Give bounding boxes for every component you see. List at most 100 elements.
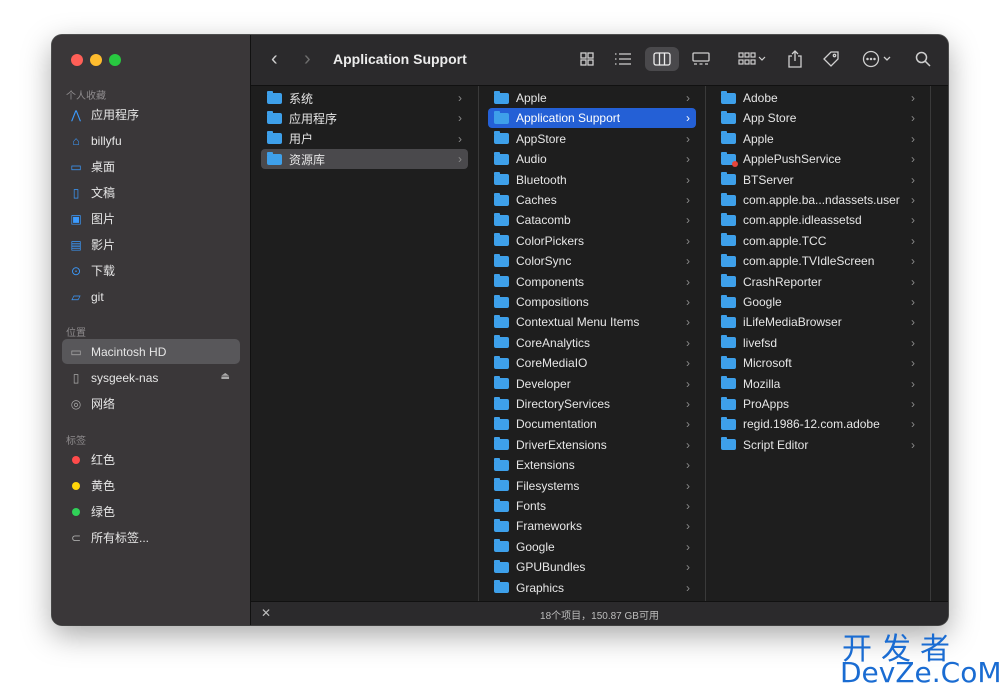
sidebar-item-network[interactable]: ◎ 网络 (62, 391, 240, 416)
minimize-window-button[interactable] (90, 54, 102, 66)
list-item[interactable]: com.apple.ba...ndassets.user › (715, 190, 921, 210)
list-item[interactable]: ColorSync › (488, 251, 696, 271)
list-item[interactable]: Application Support › (488, 108, 696, 129)
back-button[interactable]: ‹ (271, 48, 278, 71)
list-item[interactable]: Apple › (715, 129, 921, 149)
more-actions-button[interactable] (859, 47, 895, 71)
list-item-label: Adobe (743, 91, 778, 105)
list-item[interactable]: Google › (488, 537, 696, 557)
sidebar-section-locations: 位置 (66, 328, 86, 339)
list-item[interactable]: Documentation › (488, 414, 696, 434)
picture-icon: ▣ (70, 211, 82, 226)
list-item-label: CrashReporter (743, 274, 822, 289)
gallery-view-button[interactable] (687, 47, 715, 71)
sidebar-item-desktop[interactable]: ▭ 桌面 (62, 154, 240, 179)
list-item[interactable]: GPUBundles › (488, 557, 696, 577)
list-item[interactable]: Compositions › (488, 292, 696, 312)
folder-icon (494, 580, 509, 594)
list-item[interactable]: Developer › (488, 374, 696, 394)
tag-button[interactable] (819, 47, 843, 71)
sidebar-tag-yellow[interactable]: 黄色 (62, 473, 240, 498)
list-item[interactable]: App Store › (715, 108, 921, 128)
share-button[interactable] (783, 47, 807, 71)
eject-icon[interactable]: ⏏ (221, 371, 230, 382)
sidebar-item-movies[interactable]: ▤ 影片 (62, 232, 240, 257)
list-item[interactable]: Apple › (488, 88, 696, 108)
list-view-button[interactable] (609, 47, 637, 71)
list-item[interactable]: regid.1986-12.com.adobe › (715, 414, 921, 434)
chevron-right-icon: › (686, 233, 690, 248)
grid-icon (580, 52, 594, 66)
list-item[interactable]: CrashReporter › (715, 272, 921, 292)
list-item[interactable]: CoreMediaIO › (488, 353, 696, 373)
list-item[interactable]: ProApps › (715, 394, 921, 414)
list-item[interactable]: Bluetooth › (488, 170, 696, 190)
list-item[interactable]: BTServer › (715, 170, 921, 190)
list-item[interactable]: Extensions › (488, 455, 696, 475)
list-item[interactable]: com.apple.idleassetsd › (715, 210, 921, 230)
list-item[interactable]: livefsd › (715, 333, 921, 353)
group-by-button[interactable] (733, 47, 771, 71)
sidebar-item-pictures[interactable]: ▣ 图片 (62, 206, 240, 231)
zoom-window-button[interactable] (109, 54, 121, 66)
list-item[interactable]: Components › (488, 272, 696, 292)
sidebar-tag-green[interactable]: 绿色 (62, 499, 240, 524)
chevron-right-icon: › (686, 458, 690, 473)
list-item[interactable]: Caches › (488, 190, 696, 210)
sidebar-item-applications[interactable]: ⋀ 应用程序 (62, 102, 240, 127)
folder-icon (494, 212, 509, 226)
list-item[interactable]: Contextual Menu Items › (488, 312, 696, 332)
close-window-button[interactable] (71, 54, 83, 66)
sidebar-tag-all[interactable]: ⊂ 所有标签... (62, 525, 240, 550)
list-item[interactable]: CoreAnalytics › (488, 333, 696, 353)
sidebar-item-label: 网络 (91, 397, 116, 411)
sidebar-item-downloads[interactable]: ⊙ 下载 (62, 258, 240, 283)
sidebar-tag-red[interactable]: 红色 (62, 447, 240, 472)
list-item[interactable]: 资源库 › (261, 149, 468, 170)
list-item[interactable]: iLifeMediaBrowser › (715, 312, 921, 332)
list-item[interactable]: ColorPickers › (488, 231, 696, 251)
list-item[interactable]: Google › (715, 292, 921, 312)
column-view-button[interactable] (645, 47, 679, 71)
folder-icon (721, 314, 736, 328)
list-item-label: Components (516, 274, 585, 289)
list-item[interactable]: Fonts › (488, 496, 696, 516)
column-divider[interactable] (930, 86, 931, 601)
folder-icon (721, 437, 736, 451)
sidebar-item-home[interactable]: ⌂ billyfu (62, 128, 240, 153)
list-item[interactable]: Adobe › (715, 88, 921, 108)
list-item[interactable]: Filesystems › (488, 476, 696, 496)
list-item[interactable]: AppStore › (488, 129, 696, 149)
list-item[interactable]: Frameworks › (488, 516, 696, 536)
sidebar-item-sysgeek-nas[interactable]: ▯ sysgeek-nas ⏏ (62, 365, 240, 390)
chevron-right-icon: › (686, 193, 690, 207)
list-item-label: Fonts (516, 499, 547, 513)
search-button[interactable] (911, 47, 935, 71)
chevron-right-icon: › (686, 295, 690, 309)
list-item[interactable]: Audio › (488, 149, 696, 169)
list-item[interactable]: com.apple.TVIdleScreen › (715, 251, 921, 271)
list-item[interactable]: Catacomb › (488, 210, 696, 230)
apps-icon: ⋀ (71, 107, 81, 122)
folder-icon (721, 376, 736, 390)
sidebar-item-git[interactable]: ▱ git (62, 284, 240, 309)
forward-button[interactable]: › (304, 48, 311, 71)
list-item[interactable]: DriverExtensions › (488, 435, 696, 455)
list-item[interactable]: Graphics › (488, 578, 696, 598)
sidebar-item-documents[interactable]: ▯ 文稿 (62, 180, 240, 205)
list-item-label: Caches (516, 193, 557, 207)
column-2: Apple › Application Support › AppStore › Audio… (479, 86, 704, 601)
list-item[interactable]: ApplePushService › (715, 149, 921, 169)
list-item[interactable]: Mozilla › (715, 374, 921, 394)
list-item[interactable]: Microsoft › (715, 353, 921, 373)
list-item[interactable]: 应用程序 › (261, 108, 468, 128)
list-item[interactable]: 系统 › (261, 88, 468, 108)
list-item[interactable]: Script Editor › (715, 435, 921, 455)
icon-view-button[interactable] (573, 47, 601, 71)
list-item[interactable]: 用户 › (261, 129, 468, 149)
sidebar-item-label: 所有标签... (91, 531, 150, 545)
folder-icon (721, 192, 736, 206)
list-item[interactable]: com.apple.TCC › (715, 231, 921, 251)
list-item[interactable]: DirectoryServices › (488, 394, 696, 414)
sidebar-item-macintosh-hd[interactable]: ▭ Macintosh HD (62, 339, 240, 364)
